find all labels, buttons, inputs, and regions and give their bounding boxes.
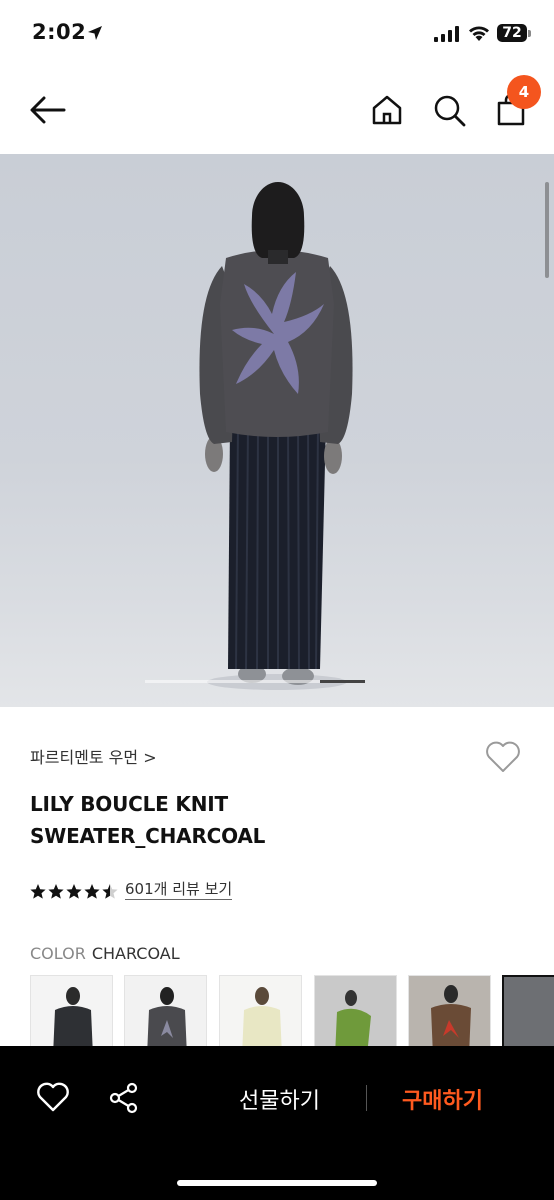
thumb-cream-front[interactable] bbox=[219, 975, 302, 1055]
color-thumbnails bbox=[30, 975, 554, 1055]
status-bar: 2:02 72 bbox=[0, 0, 554, 66]
thumb-charcoal-back[interactable] bbox=[124, 975, 207, 1055]
back-arrow-icon[interactable] bbox=[30, 96, 66, 124]
rating-stars bbox=[30, 884, 118, 899]
thumb-more[interactable] bbox=[502, 975, 554, 1055]
battery-tip bbox=[528, 30, 531, 37]
cellular-signal-icon bbox=[434, 26, 459, 42]
cart-count-badge: 4 bbox=[507, 75, 541, 109]
thumb-charcoal-front[interactable] bbox=[30, 975, 113, 1055]
scroll-indicator bbox=[545, 182, 549, 278]
gift-button[interactable]: 선물하기 bbox=[239, 1083, 320, 1115]
action-divider bbox=[366, 1085, 367, 1111]
color-row: COLOR CHARCOAL bbox=[30, 944, 180, 963]
location-arrow-icon bbox=[88, 26, 102, 40]
top-nav bbox=[0, 66, 554, 154]
share-icon[interactable] bbox=[108, 1082, 140, 1114]
status-time: 2:02 bbox=[32, 20, 87, 44]
brand-link[interactable]: 파르티멘토 우먼 > bbox=[30, 744, 157, 768]
reviews-link[interactable]: 601개 리뷰 보기 bbox=[125, 880, 233, 900]
home-icon[interactable] bbox=[371, 94, 403, 126]
bottom-action-bar bbox=[0, 1046, 554, 1200]
color-value: CHARCOAL bbox=[91, 944, 180, 963]
color-label: COLOR bbox=[30, 944, 86, 963]
product-image[interactable] bbox=[0, 154, 554, 707]
wifi-icon bbox=[469, 26, 489, 41]
product-title: LILY BOUCLE KNIT SWEATER_CHARCOAL bbox=[30, 792, 266, 848]
battery-icon: 72 bbox=[497, 24, 527, 42]
home-indicator bbox=[177, 1180, 377, 1186]
model-back-view-illustration bbox=[199, 182, 353, 690]
search-icon[interactable] bbox=[433, 94, 466, 127]
buy-button[interactable]: 구매하기 bbox=[402, 1083, 483, 1115]
thumb-green-back[interactable] bbox=[314, 975, 397, 1055]
like-heart-icon[interactable] bbox=[36, 1081, 70, 1113]
image-pager-active bbox=[320, 680, 365, 683]
thumb-brown-back[interactable] bbox=[408, 975, 491, 1055]
wishlist-heart-icon[interactable] bbox=[484, 740, 522, 774]
